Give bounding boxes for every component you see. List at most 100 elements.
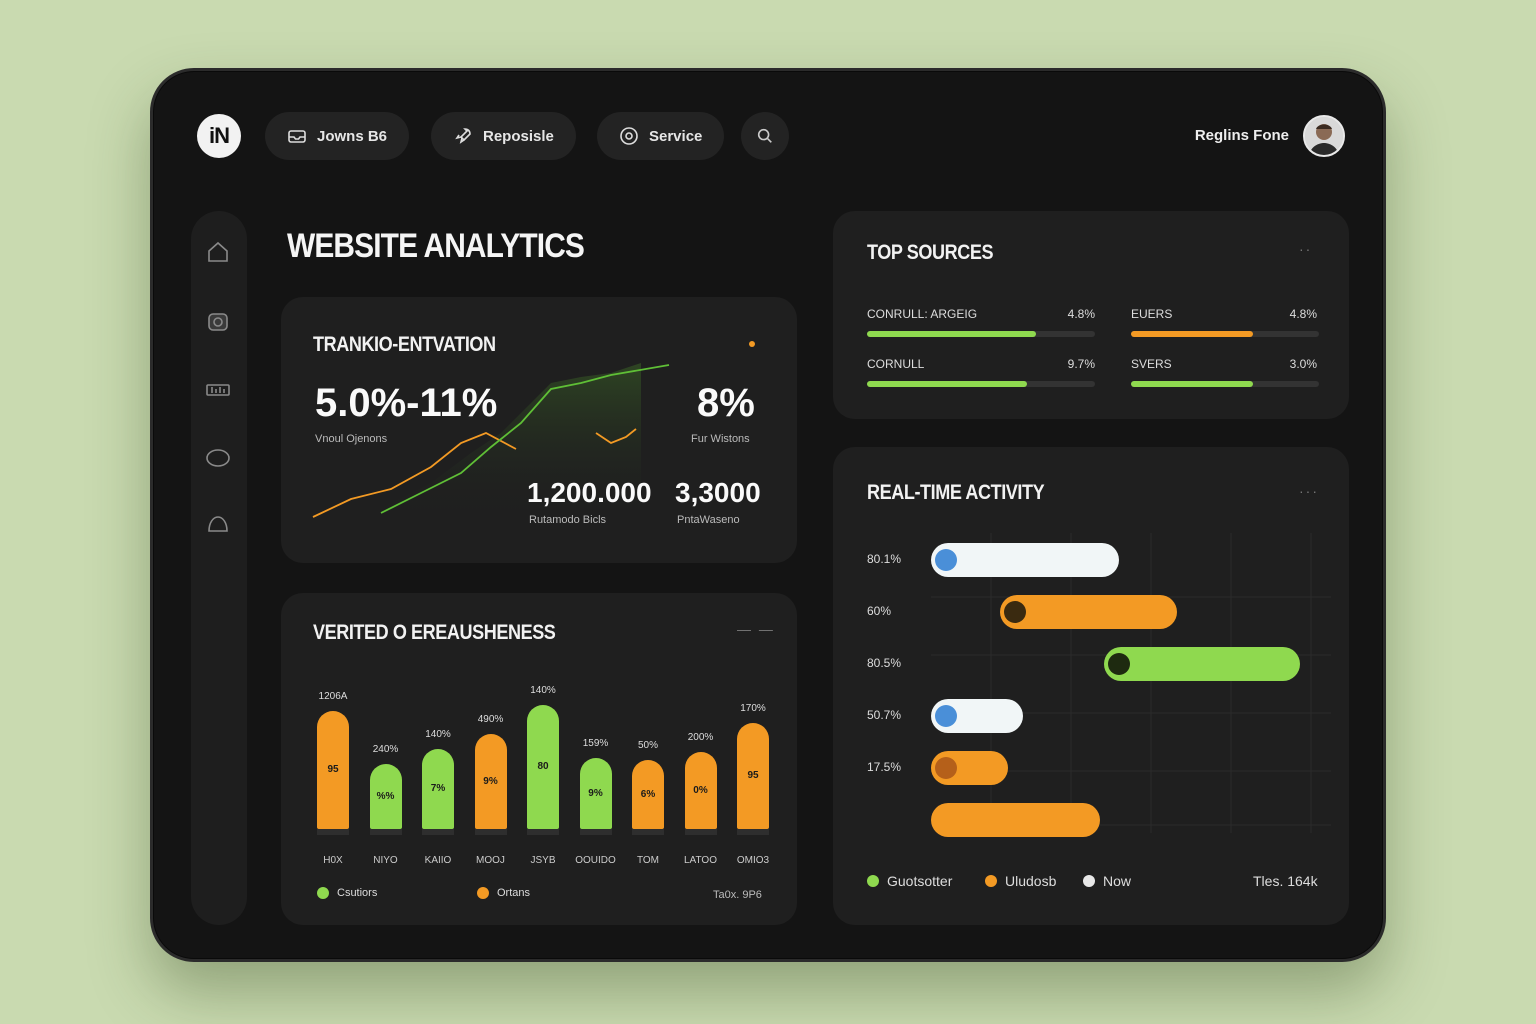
bar-value-label: 1206A xyxy=(318,690,348,702)
legend-label: Ortans xyxy=(497,887,531,899)
bar-category-label: MOOJ xyxy=(476,855,505,866)
activity-row-label: 80.5% xyxy=(867,656,902,670)
bar-base xyxy=(369,829,402,835)
chart-bar[interactable]: 9% xyxy=(474,734,507,829)
bar-inner-label: 95 xyxy=(747,769,759,781)
chart-bar[interactable]: 9% xyxy=(579,758,612,829)
bar-inner-label: 6% xyxy=(640,788,656,800)
chart-icon[interactable] xyxy=(205,377,231,403)
bar-inner-label: %% xyxy=(376,790,395,802)
activity-bar[interactable] xyxy=(1000,595,1177,629)
legend-label: Now xyxy=(1103,873,1132,889)
bar-category-label: OOUIDO xyxy=(575,855,616,866)
brand-logo[interactable]: iN xyxy=(197,114,241,158)
at-icon xyxy=(620,127,638,145)
bar-category-label: LATOO xyxy=(684,855,717,866)
legend-item-green: Csutiors xyxy=(317,887,377,899)
source-pct: 4.8% xyxy=(1067,307,1095,321)
bar-category-label: TOM xyxy=(636,855,660,866)
bar-inner-label: 9% xyxy=(588,787,603,799)
legend-item-orange: Ortans xyxy=(477,887,530,899)
activity-row-label: 60% xyxy=(867,604,892,618)
bar-inner-label: 80 xyxy=(537,760,549,772)
search-button[interactable] xyxy=(741,112,789,160)
bell-icon[interactable] xyxy=(205,511,231,537)
traffic-card: TRANKIO-ENTVATION 5.0%-11% Vnoul Ojenons… xyxy=(281,297,797,563)
activity-bar[interactable] xyxy=(1103,647,1300,681)
nav-label: Service xyxy=(649,127,703,145)
bar-value-label: 50% xyxy=(637,740,658,752)
source-label: EUERS xyxy=(1131,307,1173,321)
top-bar: iN Jowns B6 Reposisle Service Reglins Fo… xyxy=(153,71,1383,201)
activity-bar[interactable] xyxy=(931,543,1120,577)
chart-bar[interactable]: %% xyxy=(369,764,402,829)
source-label: CONRULL: ARGEIG xyxy=(867,307,978,321)
bar-base xyxy=(579,829,612,835)
chart-bar[interactable]: 95 xyxy=(737,722,769,829)
bar-value-label: 240% xyxy=(372,744,399,755)
bar-chart: 95 1206A H0X%% 240% NIYO 7% 140% KAIIO 9% 490% MOO… xyxy=(301,593,781,925)
chart-bar[interactable]: 6% xyxy=(632,760,664,829)
nav-service-button[interactable]: Service xyxy=(597,112,725,160)
source-bar xyxy=(867,381,1095,387)
user-name[interactable]: Reglins Fone xyxy=(1195,127,1289,144)
source-pct: 9.7% xyxy=(1067,357,1095,371)
activity-marker-icon xyxy=(935,705,957,727)
pct-value: 8% xyxy=(697,381,755,425)
top-sources-title: TOP SOURCES xyxy=(867,241,994,264)
activity-bar[interactable] xyxy=(931,699,1024,733)
activity-bar[interactable] xyxy=(931,803,1100,837)
bar-category-label: H0X xyxy=(323,855,343,866)
bar-inner-label: 7% xyxy=(430,782,446,794)
activity-marker-icon xyxy=(1107,653,1130,675)
legend-label: Csutiors xyxy=(337,887,378,899)
total-caption: Rutamodo Bicls xyxy=(529,514,607,526)
legend-item-orange: Uludosb xyxy=(985,873,1056,889)
source-bar xyxy=(867,331,1095,337)
realtime-activity-card: REAL-TIME ACTIVITY ··· 80.1% 60% 80.5% 50.7… xyxy=(833,447,1349,925)
page-title: WEBSITE ANALYTICS xyxy=(287,227,585,265)
sidebar xyxy=(191,211,247,925)
bar-value-label: 170% xyxy=(740,702,766,714)
card-menu-icon[interactable]: ·· xyxy=(1299,241,1312,257)
nav-jowns-button[interactable]: Jowns B6 xyxy=(265,112,410,160)
bar-value-label: 490% xyxy=(477,714,504,726)
legend-dot xyxy=(985,875,997,887)
chart-bar[interactable]: 80 xyxy=(527,704,559,829)
nav-label: Jowns B6 xyxy=(317,127,388,145)
activity-row-label: 50.7% xyxy=(867,708,902,722)
pct-caption: Fur Wistons xyxy=(691,433,750,445)
chart-bar[interactable]: 0% xyxy=(684,752,717,829)
activity-row-label: 80.1% xyxy=(867,552,902,566)
activity-bar[interactable] xyxy=(931,751,1008,785)
bar-base xyxy=(527,829,559,835)
nav-reposisle-button[interactable]: Reposisle xyxy=(431,112,576,160)
legend-item-green: Guotsotter xyxy=(867,873,952,889)
source-pct: 3.0% xyxy=(1289,357,1317,371)
bar-base xyxy=(632,829,664,835)
chart-bar[interactable]: 7% xyxy=(422,748,454,829)
home-icon[interactable] xyxy=(205,239,231,265)
source-label: CORNULL xyxy=(867,357,925,371)
bar-category-label: OMIO3 xyxy=(736,855,770,866)
engagement-card: VERITED O EREAUSHENESS — — 95 1206A H0X%% 2… xyxy=(281,593,797,925)
bar-category-label: NIYO xyxy=(373,855,398,866)
activity-marker-icon xyxy=(935,549,957,571)
search-icon xyxy=(757,128,772,143)
source-label: SVERS xyxy=(1131,357,1172,371)
legend-label: Uludosb xyxy=(1005,873,1057,889)
legend-dot xyxy=(317,887,329,899)
source-bar-fill xyxy=(867,381,1027,387)
top-sources-card: TOP SOURCES ·· CONRULL: ARGEIG 4.8% EUER… xyxy=(833,211,1349,419)
traffic-card-title: TRANKIO-ENTVATION xyxy=(313,333,496,356)
source-bar-fill xyxy=(867,331,1036,337)
message-icon[interactable] xyxy=(205,445,231,471)
total-value: 1,200.000 xyxy=(527,477,652,508)
legend-item-now: Now xyxy=(1083,873,1131,889)
source-bar-fill xyxy=(1131,381,1254,387)
avatar[interactable] xyxy=(1303,115,1345,157)
chart-bar[interactable]: 95 xyxy=(317,710,349,829)
camera-icon[interactable] xyxy=(205,309,231,335)
legend-dot xyxy=(477,887,489,899)
bar-base xyxy=(737,829,769,835)
